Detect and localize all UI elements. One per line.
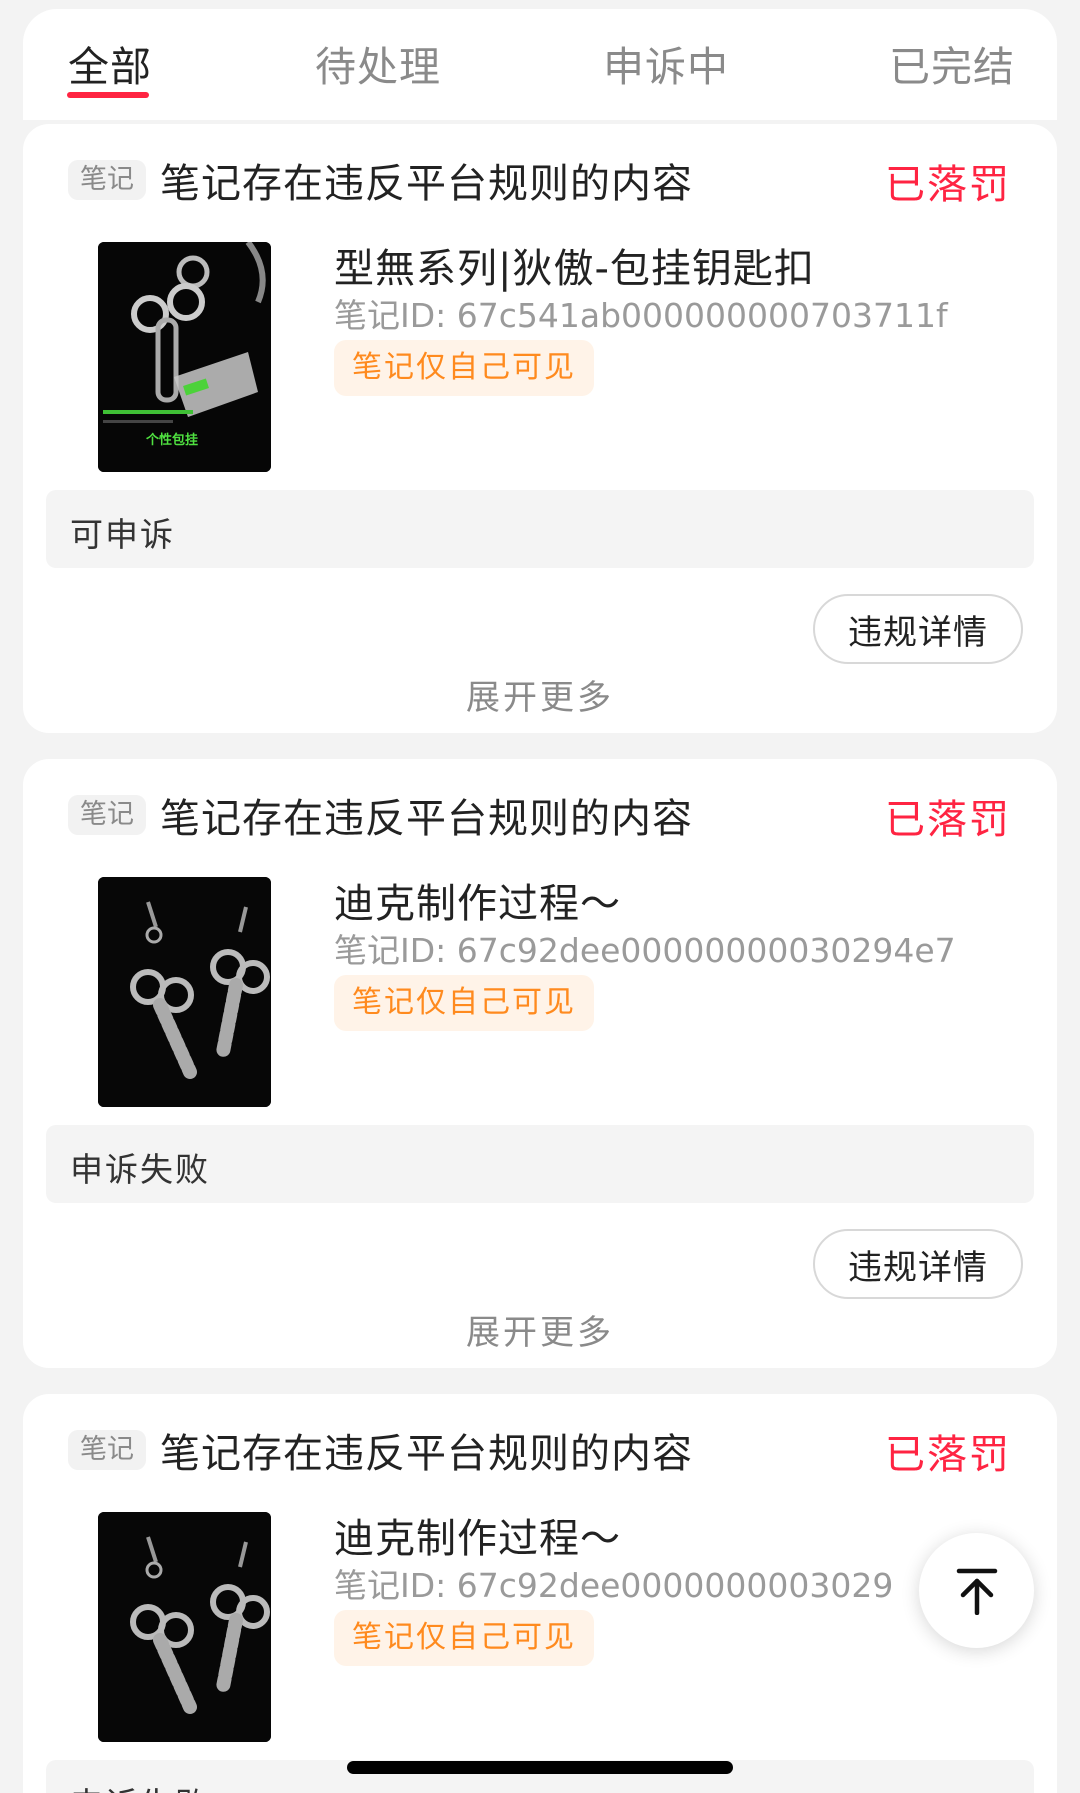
note-thumbnail[interactable] [98,877,271,1107]
visibility-badge: 笔记仅自己可见 [334,975,594,1031]
card-header: 笔记 笔记存在违反平台规则的内容 [68,158,693,207]
appeal-status-bar: 可申诉 [46,490,1034,568]
tab-appealing[interactable]: 申诉中 [603,43,729,91]
card-header: 笔记 笔记存在违反平台规则的内容 [68,1428,693,1477]
filter-tabs: 全部 待处理 申诉中 已完结 [23,9,1057,120]
expand-more-link[interactable]: 展开更多 [23,1305,1057,1354]
tab-all[interactable]: 全部 [68,43,152,91]
penalty-status: 已落罚 [885,797,1011,843]
violation-title: 笔记存在违反平台规则的内容 [160,796,693,842]
tab-completed[interactable]: 已完结 [889,43,1015,91]
tab-pending[interactable]: 待处理 [315,43,441,91]
expand-more-link[interactable]: 展开更多 [23,670,1057,719]
appeal-status: 申诉失败 [70,1150,210,1189]
violation-card[interactable]: 笔记 笔记存在违反平台规则的内容 已落罚 迪克制作过程～ 笔记ID: 67c92… [23,1394,1057,1793]
violation-title: 笔记存在违反平台规则的内容 [160,1431,693,1477]
scroll-to-top-button[interactable] [919,1533,1034,1648]
appeal-status: 可申诉 [70,515,175,554]
violation-detail-button[interactable]: 违规详情 [813,594,1023,664]
content-type-tag: 笔记 [68,795,146,835]
content-type-tag: 笔记 [68,160,146,200]
note-id: 笔记ID: 67c92dee00000000030294e7 [334,931,956,970]
violation-detail-button[interactable]: 违规详情 [813,1229,1023,1299]
note-thumbnail[interactable] [98,1512,271,1742]
home-indicator [347,1761,733,1774]
note-name[interactable]: 型無系列|狄傲-包挂钥匙扣 [334,236,815,294]
penalty-status: 已落罚 [885,1432,1011,1478]
note-id: 笔记ID: 67c92dee0000000003029 [334,1566,894,1605]
card-header: 笔记 笔记存在违反平台规则的内容 [68,793,693,842]
violation-title: 笔记存在违反平台规则的内容 [160,161,693,207]
content-type-tag: 笔记 [68,1430,146,1470]
visibility-badge: 笔记仅自己可见 [334,340,594,396]
note-thumbnail[interactable]: 个性包挂 [98,242,271,472]
note-id: 笔记ID: 67c541ab000000000703711f [334,296,948,335]
appeal-status: 申诉失败 [70,1778,210,1793]
penalty-status: 已落罚 [885,162,1011,208]
violation-card[interactable]: 笔记 笔记存在违反平台规则的内容 已落罚 个性包挂 型無系列|狄傲-包挂钥匙扣 … [23,124,1057,733]
active-tab-indicator [67,92,149,98]
arrow-up-to-top-icon [956,1568,997,1615]
thumb-caption: 个性包挂 [145,432,198,448]
visibility-badge: 笔记仅自己可见 [334,1610,594,1666]
violation-card[interactable]: 笔记 笔记存在违反平台规则的内容 已落罚 迪克制作过程～ 笔记ID: 67c92… [23,759,1057,1368]
note-name[interactable]: 迪克制作过程～ [334,1506,621,1564]
note-name[interactable]: 迪克制作过程～ [334,871,621,929]
appeal-status-bar: 申诉失败 [46,1125,1034,1203]
